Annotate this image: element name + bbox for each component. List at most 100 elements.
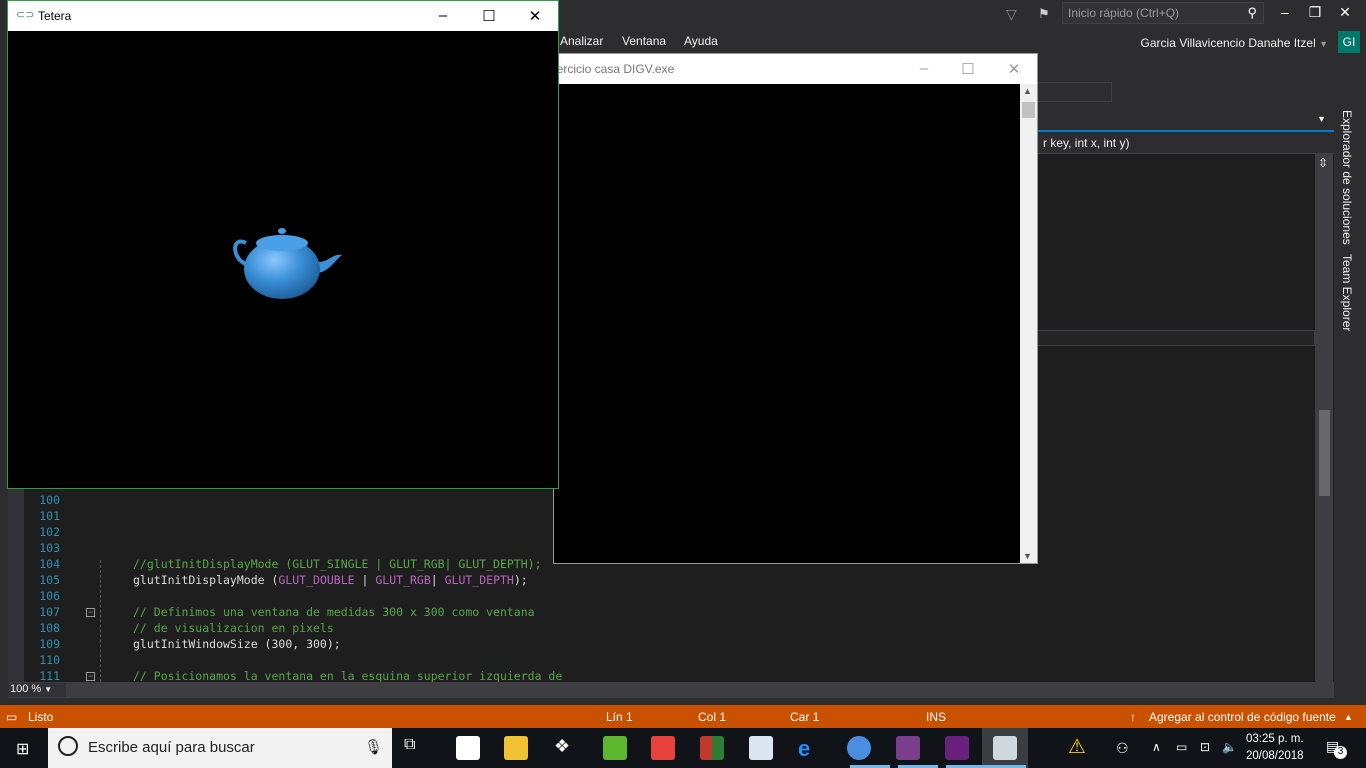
status-line: Lín 1 — [606, 710, 633, 724]
status-car: Car 1 — [790, 710, 820, 724]
fold-toggle-icon[interactable]: − — [86, 608, 95, 617]
close-button[interactable]: ✕ — [999, 60, 1029, 78]
search-icon: ⚲ — [1247, 5, 1257, 20]
status-bar: ▭ Listo Lín 1 Col 1 Car 1 INS ↑ Agregar … — [0, 705, 1366, 728]
chevron-down-icon: ▼ — [44, 685, 53, 694]
windows-start-icon[interactable]: ⊞ — [16, 739, 29, 759]
microphone-icon[interactable]: 🎙 — [364, 738, 383, 756]
maximize-button[interactable]: ☐ — [953, 60, 983, 78]
line-number: 106 — [39, 589, 60, 603]
code-token: | — [430, 573, 445, 587]
code-line[interactable]: glutInitWindowSize (300, 300); — [133, 637, 341, 651]
zoom-value: 100 % — [10, 683, 42, 695]
close-button[interactable]: ✕ — [520, 7, 550, 25]
tetera-title-bar[interactable]: ⊂⊃ Tetera – ☐ ✕ — [8, 1, 558, 31]
people-icon[interactable]: ⚇ — [1116, 740, 1129, 757]
avatar[interactable]: GI — [1338, 31, 1360, 53]
macro-token: GLUT_DEPTH — [444, 573, 514, 587]
code-line[interactable]: glutInitDisplayMode (GLUT_DOUBLE | GLUT_… — [133, 573, 528, 587]
close-button[interactable]: ✕ — [1330, 4, 1360, 21]
winrar-icon[interactable] — [896, 736, 920, 760]
notification-count: 3 — [1334, 746, 1347, 759]
search-placeholder: Escribe aquí para buscar — [88, 739, 255, 756]
status-col: Col 1 — [698, 710, 727, 724]
clock[interactable]: 03:25 p. m. 20/08/2018 — [1246, 731, 1304, 765]
user-account[interactable]: Garcia Villavicencio Danahe Itzel ▼ — [1141, 36, 1328, 50]
scroll-up-icon[interactable]: ▲ — [1023, 86, 1032, 96]
console-scrollbar[interactable]: ▲ ▼ — [1020, 84, 1037, 563]
macro-token: GLUT_DOUBLE — [278, 573, 355, 587]
console-title-bar[interactable]: jercicio casa DIGV.exe – ☐ ✕ — [554, 54, 1037, 84]
filter-icon[interactable]: ▽ — [1006, 6, 1017, 23]
menu-ventana[interactable]: Ventana — [622, 34, 666, 48]
tab-solution-explorer[interactable]: Explorador de soluciones — [1340, 110, 1354, 245]
line-number: 111 — [39, 669, 60, 683]
wps-office-icon[interactable] — [651, 736, 675, 760]
action-center-button[interactable]: ▤ 3 — [1326, 738, 1347, 759]
menu-analizar[interactable]: Analizar — [560, 34, 603, 48]
quick-launch-input[interactable]: Inicio rápido (Ctrl+Q) ⚲ — [1062, 2, 1264, 24]
edge-icon[interactable]: e — [798, 736, 822, 761]
app-icon: ⊂⊃ — [16, 9, 35, 21]
source-control-button[interactable]: Agregar al control de código fuente — [1149, 710, 1336, 724]
code-token: glutInitDisplayMode ( — [133, 573, 279, 587]
file-explorer-icon[interactable] — [504, 736, 528, 760]
cortana-icon — [58, 736, 78, 756]
fold-toggle-icon[interactable]: − — [86, 672, 95, 681]
task-view-icon[interactable]: ⧉ — [404, 736, 428, 760]
menu-ayuda[interactable]: Ayuda — [684, 34, 718, 48]
splitter[interactable] — [1030, 330, 1315, 346]
minimize-button[interactable]: – — [909, 60, 939, 77]
minimize-button[interactable]: – — [1270, 4, 1300, 20]
console-window[interactable]: jercicio casa DIGV.exe – ☐ ✕ ▲ ▼ — [553, 53, 1038, 564]
office-icon[interactable] — [700, 736, 724, 760]
store-icon[interactable] — [456, 736, 480, 760]
dropbox-icon[interactable]: ❖ — [554, 736, 578, 760]
code-token: ); — [513, 573, 528, 587]
code-line[interactable]: // Definimos una ventana de medidas 300 … — [133, 605, 535, 619]
line-number: 107 — [39, 605, 60, 619]
zoom-dropdown[interactable]: 100 % ▼ — [8, 683, 66, 697]
console-title: jercicio casa DIGV.exe — [554, 62, 675, 76]
scrollbar-thumb[interactable] — [1319, 410, 1330, 496]
tetera-window[interactable]: ⊂⊃ Tetera – ☐ ✕ — [7, 0, 559, 489]
line-number: 109 — [39, 637, 60, 651]
date: 20/08/2018 — [1246, 750, 1304, 762]
minimize-button[interactable]: – — [428, 7, 458, 24]
line-number: 110 — [39, 653, 60, 667]
scroll-down-icon[interactable]: ▼ — [1023, 551, 1032, 561]
line-number: 103 — [39, 541, 60, 555]
code-line[interactable]: // de visualizacion en pixels — [133, 621, 334, 635]
line-number: 100 — [39, 493, 60, 507]
horizontal-scrollbar[interactable] — [8, 682, 1334, 698]
line-number: 102 — [39, 525, 60, 539]
chrome-icon[interactable] — [847, 736, 871, 760]
code-line[interactable]: // Posicionamos la ventana en la esquina… — [133, 669, 562, 683]
split-icon[interactable]: ⇳ — [1318, 156, 1328, 170]
scrollbar-thumb[interactable] — [1022, 102, 1035, 118]
console-app-icon[interactable] — [993, 736, 1017, 760]
volume-icon[interactable]: 🔈 — [1222, 740, 1237, 754]
maximize-button[interactable]: ☐ — [474, 7, 504, 25]
member-dropdown[interactable]: r key, int x, int y) — [1043, 136, 1129, 150]
evernote-icon[interactable] — [603, 736, 627, 760]
code-line[interactable]: //glutInitDisplayMode (GLUT_SINGLE | GLU… — [133, 557, 542, 571]
taskbar-search[interactable]: Escribe aquí para buscar 🎙 — [48, 728, 392, 768]
line-number: 104 — [39, 557, 60, 571]
battery-icon[interactable]: ▭ — [1176, 740, 1187, 754]
config-dropdown[interactable] — [1030, 82, 1112, 102]
up-arrow-icon: ↑ — [1130, 710, 1136, 724]
line-number: 101 — [39, 509, 60, 523]
network-icon[interactable]: ⊡ — [1200, 740, 1210, 754]
restore-button[interactable]: ❐ — [1300, 4, 1330, 21]
status-ready: Listo — [28, 710, 54, 724]
tab-list-dropdown-icon[interactable]: ▼ — [1317, 114, 1326, 124]
warning-icon[interactable]: ⚠ — [1068, 734, 1086, 759]
visual-studio-icon[interactable] — [945, 736, 969, 760]
indent-guide — [100, 560, 101, 682]
teapot-render — [233, 228, 342, 299]
feedback-icon[interactable]: ⚑ — [1038, 6, 1050, 22]
chevron-up-icon[interactable]: ∧ — [1152, 740, 1161, 754]
document-app-icon[interactable] — [749, 736, 773, 760]
tab-team-explorer[interactable]: Team Explorer — [1340, 254, 1354, 331]
